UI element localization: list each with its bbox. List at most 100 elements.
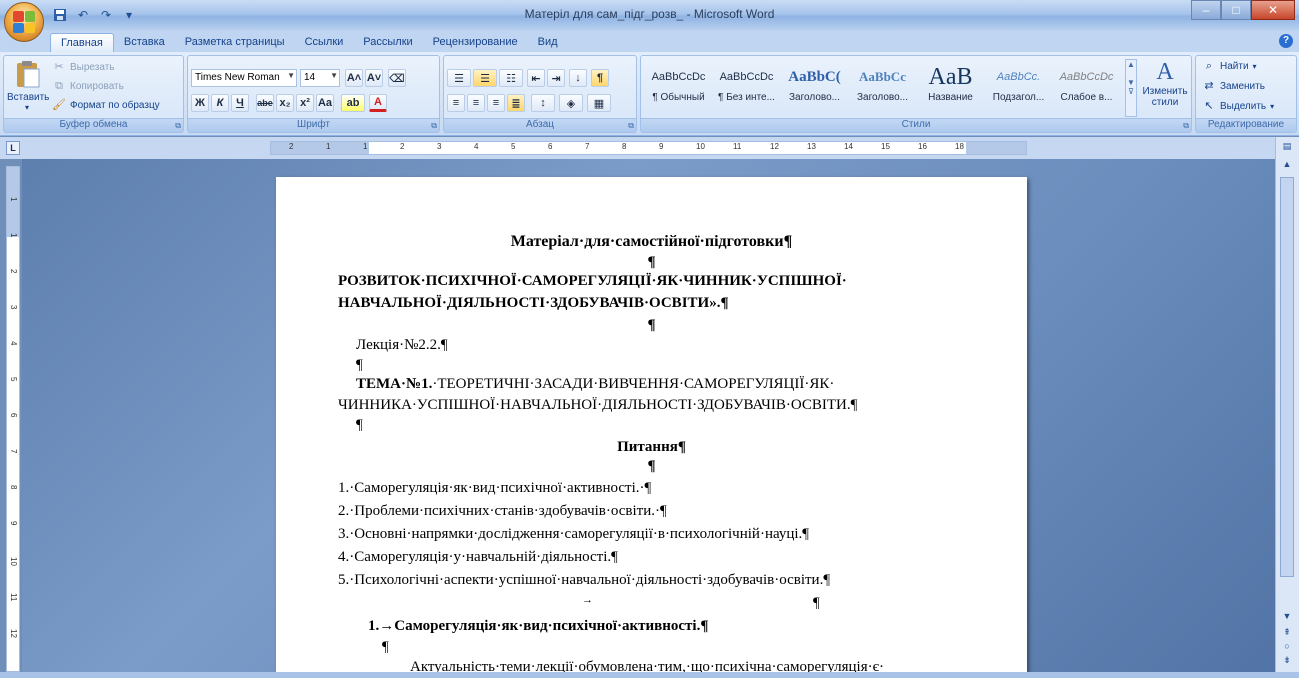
- borders-icon[interactable]: ▦: [587, 94, 611, 112]
- font-size-combo[interactable]: 14 ▼: [300, 69, 340, 87]
- style-item-2[interactable]: AaBbC(Заголово...: [781, 62, 848, 110]
- window-controls: – □ ✕: [1191, 0, 1295, 20]
- font-group: Times New Roman ▼ 14 ▼ A˄ A˅ ⌫ Ж К Ч abe x…: [187, 55, 440, 133]
- cut-button[interactable]: ✂ Вырезать: [52, 60, 114, 74]
- show-marks-button[interactable]: ¶: [591, 69, 609, 87]
- style-item-5[interactable]: AaBbCc. Подзагол...: [985, 62, 1052, 110]
- gallery-scroll[interactable]: ▲ ▼ ⊽: [1125, 59, 1137, 117]
- style-sample: AaBbCc.: [996, 71, 1041, 83]
- replace-button[interactable]: ⇄ Заменить: [1202, 79, 1265, 93]
- style-item-0[interactable]: AaBbCcDc ¶ Обычный: [645, 62, 712, 110]
- doc-topic-line-1: ТЕМА·№1.·ТЕОРЕТИЧНІ·ЗАСАДИ·ВИВЧЕННЯ·САМО…: [356, 376, 834, 393]
- tab-1[interactable]: Вставка: [114, 33, 175, 52]
- increase-indent-icon[interactable]: ⇥: [547, 69, 565, 87]
- style-item-3[interactable]: AaBbCc Заголово...: [849, 62, 916, 110]
- tab-2[interactable]: Разметка страницы: [175, 33, 295, 52]
- select-button[interactable]: ↖ Выделить ▾: [1202, 99, 1274, 113]
- paste-button[interactable]: Вставить ▾: [7, 59, 49, 117]
- vertical-scrollbar[interactable]: ▤ ▲ ▼ ⇞ ○ ⇟: [1275, 137, 1299, 678]
- bullets-icon[interactable]: ☰: [447, 69, 471, 87]
- scroll-thumb[interactable]: [1280, 177, 1294, 577]
- bold-button[interactable]: Ж: [191, 94, 209, 112]
- paintbrush-icon: 🖌: [52, 99, 66, 111]
- ruler-number: 10: [696, 142, 705, 151]
- minimize-button[interactable]: –: [1191, 0, 1221, 20]
- style-sample: AaBbCcDc: [719, 71, 774, 83]
- ruler-number: 1: [326, 142, 331, 151]
- maximize-button[interactable]: □: [1221, 0, 1251, 20]
- font-group-label: Шрифт: [188, 118, 439, 132]
- tab-5[interactable]: Рецензирование: [423, 33, 528, 52]
- multilevel-list-icon[interactable]: ☷: [499, 69, 523, 87]
- change-styles-label: Изменить стили: [1142, 86, 1188, 108]
- change-styles-icon: A: [1156, 59, 1174, 85]
- ruler-number: 11: [733, 142, 742, 151]
- help-icon[interactable]: ?: [1279, 34, 1293, 48]
- align-center-icon[interactable]: ≡: [467, 94, 485, 112]
- font-name-combo[interactable]: Times New Roman ▼: [191, 69, 297, 87]
- dialog-launcher-icon[interactable]: ⧉: [1183, 121, 1189, 131]
- decrease-indent-icon[interactable]: ⇤: [527, 69, 545, 87]
- style-item-4[interactable]: AaB Название: [917, 62, 984, 110]
- dialog-launcher-icon[interactable]: ⧉: [628, 121, 634, 131]
- ruler-number: 13: [807, 142, 816, 151]
- strikethrough-button[interactable]: abe: [256, 94, 274, 112]
- window-title: Матеріл для сам_підг_розв_ - Microsoft W…: [524, 7, 775, 21]
- select-browse-object-icon[interactable]: ○: [1279, 641, 1295, 655]
- vertical-ruler-number: 12: [9, 629, 18, 638]
- font-color-button[interactable]: A: [369, 94, 387, 112]
- scroll-down-icon[interactable]: ▼: [1279, 611, 1295, 625]
- grow-font-button[interactable]: A˄: [345, 69, 363, 87]
- justify-icon[interactable]: ≣: [507, 94, 525, 112]
- clear-format-icon[interactable]: ⌫: [388, 69, 406, 87]
- vertical-ruler-number: 9: [9, 521, 18, 526]
- change-styles-button[interactable]: A Изменить стили: [1141, 59, 1189, 108]
- style-item-1[interactable]: AaBbCcDc ¶ Без инте...: [713, 62, 780, 110]
- italic-button[interactable]: К: [211, 94, 229, 112]
- tab-6[interactable]: Вид: [528, 33, 568, 52]
- chevron-down-icon: ▼: [330, 71, 338, 80]
- shading-icon[interactable]: ◈: [559, 94, 583, 112]
- document-page[interactable]: Матеріал·для·самостійної·підготовки¶ ¶ Р…: [276, 177, 1027, 678]
- copy-button[interactable]: ⧉ Копировать: [52, 79, 124, 93]
- office-button[interactable]: [4, 2, 44, 42]
- paste-dropdown-icon[interactable]: ▾: [7, 103, 47, 112]
- doc-tab-arrow: →: [582, 594, 593, 606]
- style-sample: AaBbCc: [859, 69, 906, 84]
- scroll-up-icon[interactable]: ▲: [1279, 159, 1295, 173]
- dialog-launcher-icon[interactable]: ⧉: [431, 121, 437, 131]
- vertical-ruler-number: 6: [9, 413, 18, 418]
- vertical-ruler-number: 3: [9, 305, 18, 310]
- dialog-launcher-icon[interactable]: ⧉: [175, 121, 181, 131]
- doc-questions-title: Питання¶: [617, 439, 686, 455]
- highlight-button[interactable]: ab: [341, 94, 365, 112]
- tab-3[interactable]: Ссылки: [295, 33, 354, 52]
- next-page-icon[interactable]: ⇟: [1279, 655, 1295, 669]
- title-bar: ↶ ↷ ▾ Матеріл для сам_підг_розв_ - Micro…: [0, 0, 1299, 42]
- format-painter-button[interactable]: 🖌 Формат по образцу: [52, 98, 160, 112]
- find-button[interactable]: ⌕ Найти ▾: [1202, 59, 1257, 73]
- horizontal-ruler[interactable]: 2 1 1 2 3 4 5 6 7 8 9 10 11 12 13 14 15 16 18: [270, 141, 1027, 155]
- vertical-ruler-number: 1: [9, 233, 18, 238]
- shrink-font-button[interactable]: A˅: [365, 69, 383, 87]
- ruler-toggle-icon[interactable]: ▤: [1279, 141, 1295, 155]
- align-left-icon[interactable]: ≡: [447, 94, 465, 112]
- sort-icon[interactable]: ↓: [569, 69, 587, 87]
- subscript-button[interactable]: x₂: [276, 94, 294, 112]
- find-label: Найти: [1220, 60, 1249, 72]
- superscript-button[interactable]: x²: [296, 94, 314, 112]
- change-case-button[interactable]: Aa: [316, 94, 334, 112]
- previous-page-icon[interactable]: ⇞: [1279, 627, 1295, 641]
- align-right-icon[interactable]: ≡: [487, 94, 505, 112]
- numbering-icon[interactable]: ☰: [473, 69, 497, 87]
- vertical-ruler-number: 8: [9, 485, 18, 490]
- tab-selector[interactable]: L: [6, 141, 20, 155]
- underline-button[interactable]: Ч: [231, 94, 249, 112]
- close-button[interactable]: ✕: [1251, 0, 1295, 20]
- line-spacing-icon[interactable]: ↕: [531, 94, 555, 112]
- tab-0[interactable]: Главная: [50, 33, 114, 52]
- vertical-ruler[interactable]: 1 1 2 3 4 5 6 7 8 9 10 11 12: [6, 166, 20, 672]
- tab-4[interactable]: Рассылки: [353, 33, 422, 52]
- chevron-down-icon: ▾: [1270, 101, 1275, 111]
- style-item-6[interactable]: AaBbCcDc Слабое в...: [1053, 62, 1120, 110]
